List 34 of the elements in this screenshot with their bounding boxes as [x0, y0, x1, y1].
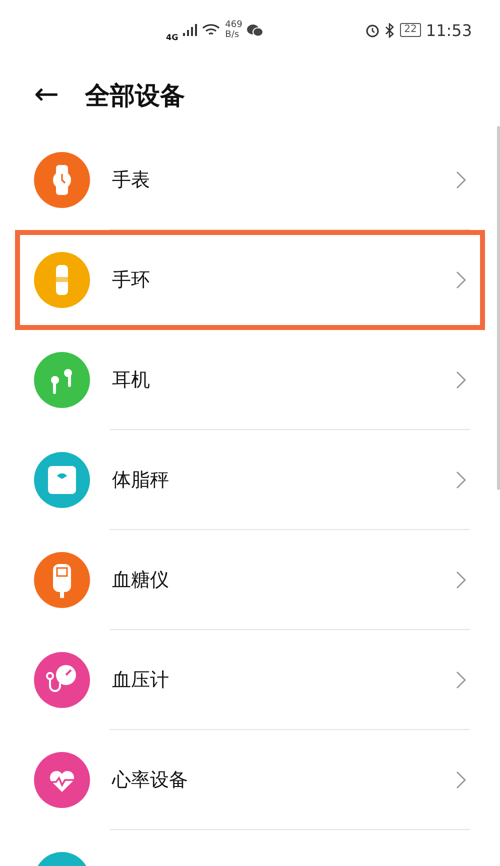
chevron-icon: [456, 671, 466, 689]
signal-icon: [183, 24, 198, 36]
device-row[interactable]: 血糖仪: [0, 530, 500, 630]
chevron-icon: [456, 771, 466, 789]
speed-unit: B/s: [225, 30, 240, 40]
chevron-icon: [456, 171, 466, 189]
device-row[interactable]: 体脂秤: [0, 430, 500, 530]
device-name: 血糖仪: [112, 568, 170, 593]
device-name: 心率设备: [112, 768, 189, 793]
device-name: 耳机: [112, 368, 151, 393]
device-name: 手环: [112, 268, 151, 293]
device-name: 手表: [112, 168, 151, 193]
alarm-icon: [365, 22, 380, 38]
device-name: 体脂秤: [112, 468, 170, 493]
chevron-icon: [456, 471, 466, 489]
speed-value: 469: [225, 20, 242, 30]
highlighted-device-row[interactable]: 手环: [15, 230, 485, 330]
device-row[interactable]: 耳机: [0, 330, 500, 430]
device-row[interactable]: 手表: [0, 130, 500, 230]
chat-icon: [247, 24, 264, 36]
device-name: 血压计: [112, 668, 170, 693]
bluetooth-icon: [385, 22, 396, 38]
wifi-icon: [202, 23, 220, 37]
chevron-icon: [456, 271, 466, 289]
battery-icon: 22: [400, 23, 421, 37]
back-button[interactable]: ←: [34, 80, 60, 110]
page-title: 全部设备: [85, 80, 186, 112]
device-row[interactable]: 血压计: [0, 630, 500, 730]
network-type: 4G: [166, 32, 178, 42]
chevron-icon: [456, 571, 466, 589]
device-row[interactable]: 心率设备: [0, 730, 500, 830]
clock-time: 11:53: [426, 20, 472, 40]
scrollbar[interactable]: [497, 126, 500, 490]
chevron-icon: [456, 371, 466, 389]
